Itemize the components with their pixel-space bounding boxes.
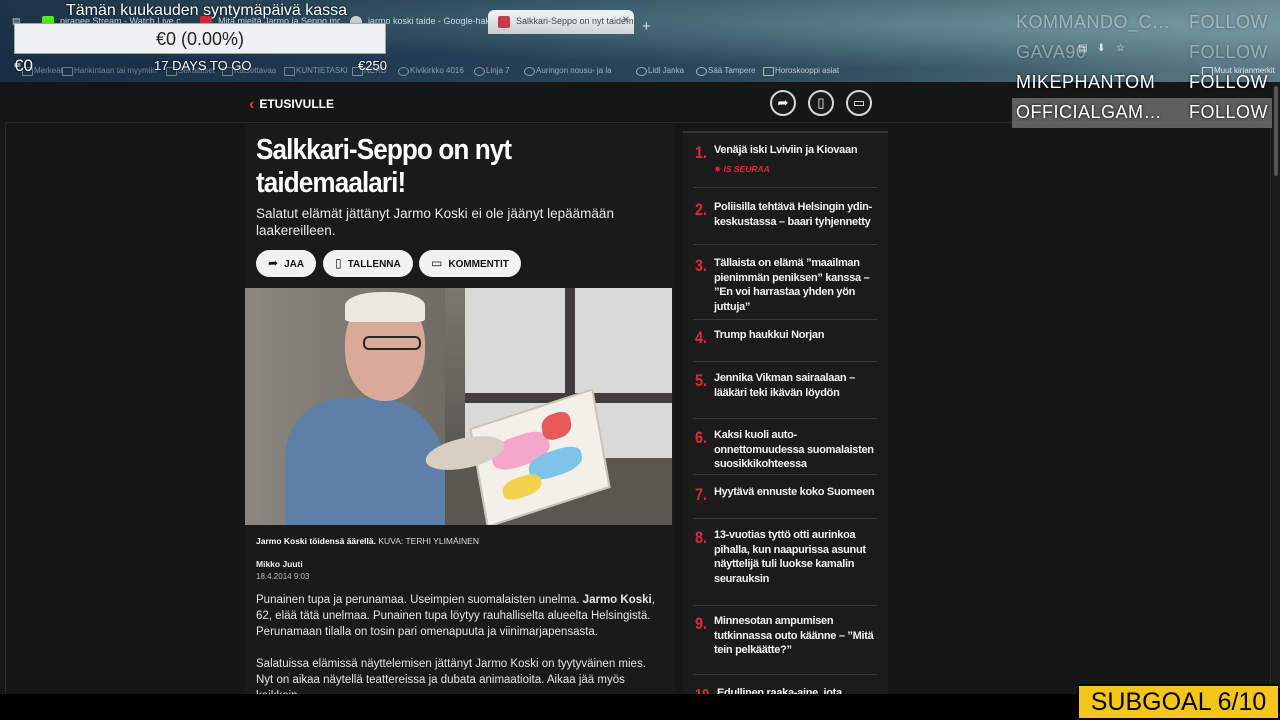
- donation-goal-bar: €0 (0.00%): [14, 23, 386, 54]
- recent-follows-feed: KOMMANDO_CR... FOLLOW GAVA90 FOLLOW MIKEPH…: [1012, 8, 1272, 128]
- subgoal-counter: SUBGOAL 6/10: [1077, 684, 1280, 720]
- new-tab-icon[interactable]: +: [642, 18, 651, 35]
- article-lead: Salatut elämät jättänyt Jarmo Koski ei o…: [256, 206, 614, 238]
- page-scrollbar[interactable]: [1272, 82, 1280, 694]
- bookmark-item[interactable]: Horoskooppi asiat: [763, 66, 839, 76]
- follow-alert: MIKEPHANTOM FOLLOW: [1016, 72, 1268, 92]
- is-icon: [498, 16, 510, 28]
- list-item[interactable]: 6. Kaksi kuoli auto-onnettomuudessa suom…: [693, 428, 877, 475]
- list-item[interactable]: 2. Poliisilla tehtävä Helsingin ydin­kes…: [693, 200, 877, 245]
- article-paragraph: Punainen tupa ja perunamaa. Useimpien su…: [256, 594, 655, 638]
- bookmark-icon: ▯: [335, 256, 342, 270]
- bookmark-item[interactable]: Kivikirkko 4016: [398, 66, 464, 76]
- goal-target-amount: €250: [358, 58, 387, 73]
- bookmark-item[interactable]: KUNTIETASKI: [284, 66, 348, 76]
- article-author: Mikko Juuti: [256, 559, 303, 569]
- follow-alert: GAVA90 FOLLOW: [1016, 42, 1268, 62]
- comments-icon[interactable]: ▭: [846, 90, 872, 116]
- list-item[interactable]: 9. Minnesotan ampumisen tutkinnassa outo…: [693, 614, 877, 675]
- list-item[interactable]: 4. Trump haukkui Norjan: [693, 328, 877, 362]
- bookmark-item[interactable]: Hankintaan tai myymiin: [62, 66, 157, 76]
- bookmark-icon[interactable]: ▯: [808, 90, 834, 116]
- tab-active-article[interactable]: Salkkari-Seppo on nyt taidema ✕: [488, 10, 634, 34]
- close-tab-icon[interactable]: ✕: [622, 15, 630, 26]
- follow-alert: KOMMANDO_CR... FOLLOW: [1016, 12, 1268, 32]
- birthday-goal-title: Tämän kuukauden syntymäpäivä kassa: [66, 2, 348, 19]
- bookmark-item[interactable]: Linja 7: [474, 66, 510, 76]
- comments-button[interactable]: ▭ KOMMENTIT: [419, 250, 521, 277]
- share-icon[interactable]: ➦: [770, 90, 796, 116]
- photo-caption: Jarmo Koski töidensä äärellä. KUVA: TERH…: [256, 536, 479, 546]
- list-item[interactable]: 7. Hyytävä ennuste koko Suomeen: [693, 485, 877, 519]
- comment-icon: ▭: [431, 256, 443, 270]
- article-headline: Salkkari-Seppo on nyt taidemaalari!: [256, 134, 512, 199]
- share-button[interactable]: ➦ JAA: [256, 250, 317, 277]
- goal-current-amount: €0: [14, 56, 33, 75]
- live-follow-badge: IS SEURAA: [714, 164, 769, 175]
- scrollbar-thumb[interactable]: [1274, 86, 1278, 176]
- list-item[interactable]: 3. Tällaista on elämä ”maailman pienimmä…: [693, 256, 877, 320]
- article-date: 18.4.2014 9:03: [256, 572, 310, 581]
- follow-alert: OFFICIALGAMBLI...FOLLOW: [1012, 98, 1272, 128]
- list-item[interactable]: 8. 13-vuotias tyttö otti aurinkoa pihall…: [693, 528, 877, 606]
- article: Salkkari-Seppo on nyt taidemaalari! Sala…: [245, 124, 675, 702]
- article-top-nav: ‹ ETUSIVULLE ➦ ▯ ▭: [245, 82, 885, 122]
- bookmark-item[interactable]: Auringon nousu- ja la: [524, 66, 612, 76]
- most-read-list: 1. Venäjä iski Lviviin ja Kiovaan IS SEU…: [683, 131, 888, 698]
- share-icon: ➦: [268, 256, 279, 270]
- goal-days-left: 17 DAYS TO GO: [154, 58, 252, 73]
- list-item[interactable]: 5. Jennika Vikman sairaalaan – lääkäri t…: [693, 371, 877, 419]
- article-photo: [245, 288, 672, 525]
- list-item[interactable]: 1. Venäjä iski Lviviin ja Kiovaan IS SEU…: [693, 143, 877, 188]
- bookmark-item[interactable]: Lidl Janka: [636, 66, 684, 76]
- chevron-left-icon: ‹: [249, 96, 255, 113]
- save-button[interactable]: ▯ TALLENNA: [323, 250, 413, 277]
- back-to-frontpage-link[interactable]: ‹ ETUSIVULLE: [249, 95, 334, 113]
- web-page: ‹ ETUSIVULLE ➦ ▯ ▭ Salkkari-Seppo on nyt …: [0, 82, 1280, 702]
- bookmark-item[interactable]: Sää Tampere: [696, 66, 755, 76]
